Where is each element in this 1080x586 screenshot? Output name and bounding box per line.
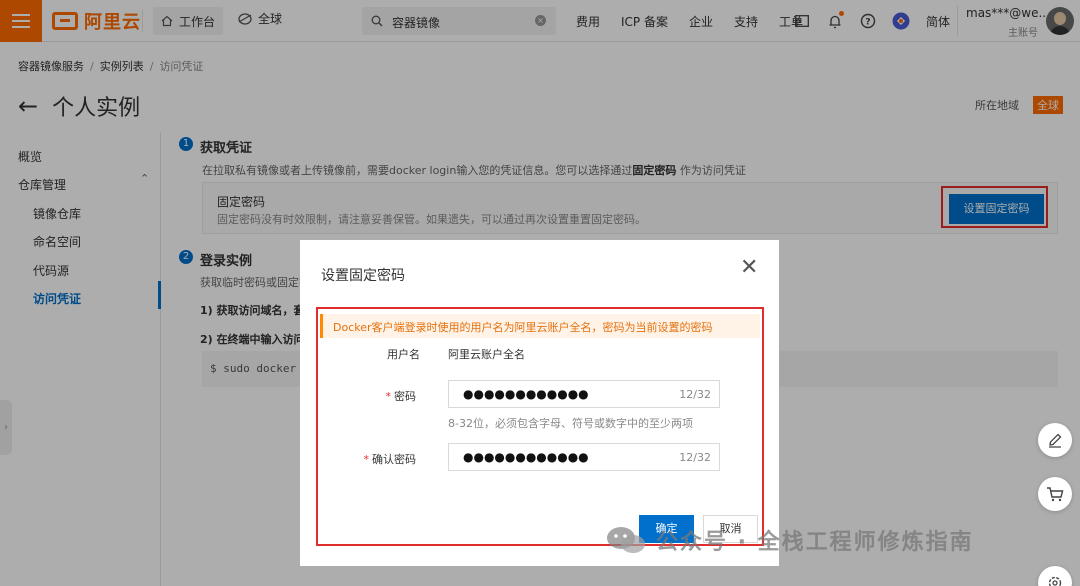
highlight-box bbox=[316, 307, 764, 546]
set-password-dialog: 设置固定密码 ✕ Docker客户端登录时使用的用户名为阿里云账户全名，密码为当… bbox=[300, 240, 779, 566]
cart-icon bbox=[1047, 487, 1064, 502]
pencil-icon bbox=[1049, 433, 1062, 448]
watermark: 公众号 · 全栈工程师修炼指南 bbox=[604, 524, 974, 556]
edit-tool-button[interactable] bbox=[1038, 423, 1072, 457]
gear-icon bbox=[1048, 576, 1062, 586]
close-icon[interactable]: ✕ bbox=[740, 255, 758, 280]
wechat-icon bbox=[607, 527, 645, 553]
dialog-title: 设置固定密码 bbox=[321, 268, 405, 284]
cart-button[interactable] bbox=[1038, 477, 1072, 511]
